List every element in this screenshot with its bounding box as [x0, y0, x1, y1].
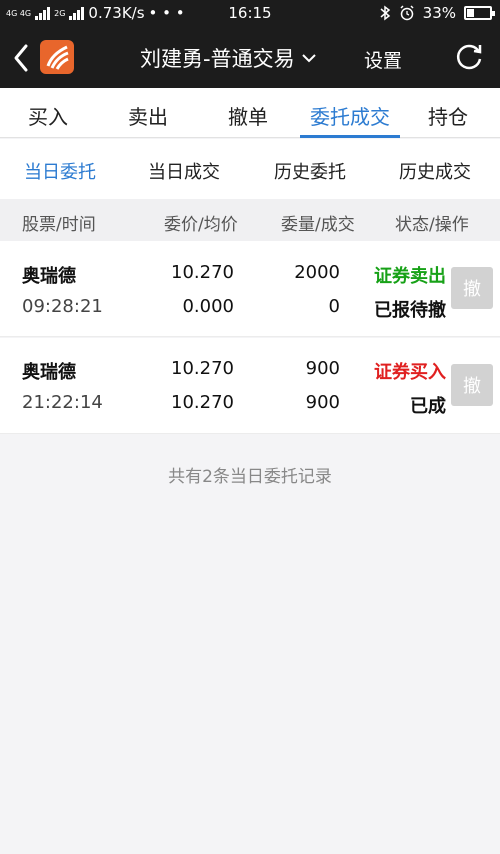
avg-price: 0.000 [182, 296, 234, 317]
order-status: 已报待撤 [374, 300, 446, 321]
order-time: 21:22:14 [22, 392, 103, 413]
cancel-order-button[interactable]: 撤 [451, 364, 493, 406]
header-price: 委价/均价 [164, 215, 238, 235]
chevron-down-icon [301, 54, 316, 63]
table-header: 股票/时间 委价/均价 委量/成交 状态/操作 [0, 199, 500, 241]
tab-buy[interactable]: 买入 [28, 101, 68, 130]
order-price: 10.270 [171, 358, 234, 379]
active-tab-indicator [300, 135, 400, 138]
records-summary: 共有2条当日委托记录 [168, 467, 332, 487]
status-bar: 4G 4G 2G 0.73K/s • • • 16:15 33% [0, 0, 500, 28]
settings-button[interactable]: 设置 [364, 46, 402, 73]
subtab-history-orders[interactable]: 历史委托 [274, 158, 346, 184]
order-quantity: 900 [305, 358, 340, 379]
app-logo-icon [46, 45, 69, 70]
nav-bar: 刘建勇-普通交易 设置 [0, 28, 500, 88]
filled-quantity: 0 [328, 296, 340, 317]
sub-tabs: 当日委托 当日成交 历史委托 历史成交 [0, 139, 500, 199]
tab-sell[interactable]: 卖出 [128, 101, 168, 130]
header-status-action: 状态/操作 [395, 215, 469, 235]
stock-name: 奥瑞德 [22, 266, 76, 287]
filled-quantity: 900 [305, 392, 340, 413]
order-type: 证券卖出 [374, 266, 446, 287]
cancel-order-button[interactable]: 撤 [451, 267, 493, 309]
battery-percent: 33% [422, 4, 456, 22]
order-price: 10.270 [171, 262, 234, 283]
tab-positions[interactable]: 持仓 [428, 101, 468, 130]
stock-name: 奥瑞德 [22, 362, 76, 383]
refresh-icon[interactable] [452, 40, 486, 74]
battery-icon [464, 6, 495, 20]
table-row[interactable]: 奥瑞德 21:22:14 10.270 10.270 900 900 证券买入 … [0, 338, 500, 434]
order-time: 09:28:21 [22, 296, 103, 317]
subtab-today-trades[interactable]: 当日成交 [148, 158, 220, 184]
header-quantity: 委量/成交 [281, 215, 355, 235]
status-right: 33% [379, 4, 495, 22]
order-status: 已成 [410, 396, 446, 417]
bluetooth-icon [380, 5, 390, 21]
back-arrow-icon[interactable] [10, 42, 34, 74]
battery-fill [467, 9, 474, 17]
order-type: 证券买入 [374, 362, 446, 383]
avg-price: 10.270 [171, 392, 234, 413]
subtab-today-orders[interactable]: 当日委托 [24, 158, 96, 184]
tab-cancel-order[interactable]: 撤单 [228, 101, 268, 130]
header-stock-time: 股票/时间 [22, 215, 96, 235]
order-quantity: 2000 [294, 262, 340, 283]
subtab-history-trades[interactable]: 历史成交 [399, 158, 471, 184]
alarm-icon [400, 5, 414, 21]
tab-orders-trades[interactable]: 委托成交 [310, 101, 390, 130]
app-logo [40, 40, 74, 74]
account-title[interactable]: 刘建勇-普通交易 [140, 43, 317, 73]
table-row[interactable]: 奥瑞德 09:28:21 10.270 0.000 2000 0 证券卖出 已报… [0, 241, 500, 337]
main-tabs: 买入 卖出 撤单 委托成交 持仓 [0, 88, 500, 138]
page-title: 刘建勇-普通交易 [140, 47, 295, 71]
